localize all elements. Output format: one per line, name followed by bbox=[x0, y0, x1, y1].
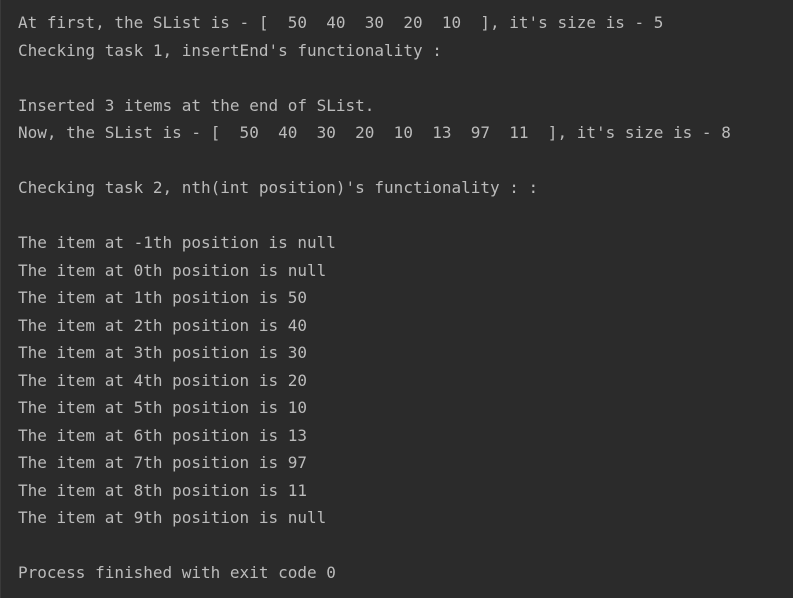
output-line: The item at 5th position is 10 bbox=[18, 398, 307, 417]
output-line: The item at -1th position is null bbox=[18, 233, 336, 252]
output-line: The item at 1th position is 50 bbox=[18, 288, 307, 307]
output-line: The item at 4th position is 20 bbox=[18, 370, 307, 390]
output-line: The item at 6th position is 13 bbox=[18, 425, 307, 445]
output-line: The item at 2th position is 40 bbox=[18, 315, 307, 335]
output-line: The item at 3th position is 30 bbox=[18, 343, 307, 362]
exit-status-line: Process finished with exit code 0 bbox=[18, 563, 336, 582]
console-output[interactable]: At first, the SList is - [ 50 40 30 20 1… bbox=[0, 0, 793, 598]
output-line: The item at 9th position is null bbox=[18, 508, 327, 527]
output-line: Checking task 2, nth(int position)'s fun… bbox=[18, 178, 539, 197]
output-line: At first, the SList is - [ 50 40 30 20 1… bbox=[18, 13, 664, 32]
output-line: The item at 0th position is null bbox=[18, 260, 327, 280]
output-line: Now, the SList is - [ 50 40 30 20 10 13 … bbox=[18, 123, 731, 142]
output-line: Checking task 1, insertEnd's functionali… bbox=[18, 40, 442, 60]
output-line: The item at 7th position is 97 bbox=[18, 453, 307, 472]
output-line: Inserted 3 items at the end of SList. bbox=[18, 95, 375, 115]
output-line: The item at 8th position is 11 bbox=[18, 480, 307, 500]
